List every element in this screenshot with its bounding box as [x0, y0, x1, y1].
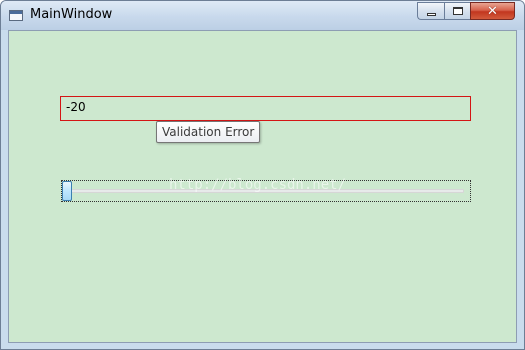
window-icon[interactable]: [9, 10, 23, 21]
close-button[interactable]: ✕: [470, 2, 515, 20]
window-content: -20 Validation Error http://blog.csdn.ne…: [8, 30, 517, 343]
value-textbox[interactable]: -20: [60, 96, 471, 121]
textbox-value: -20: [66, 100, 86, 114]
maximize-icon: [452, 7, 463, 15]
watermark: http://blog.csdn.net/: [169, 177, 347, 193]
minimize-icon: [426, 12, 436, 16]
slider-thumb[interactable]: [62, 181, 72, 201]
minimize-button[interactable]: [417, 2, 444, 20]
maximize-button[interactable]: [444, 2, 470, 20]
main-window: MainWindow ✕ -20 Validation Error http:/…: [0, 0, 525, 350]
validation-error-tooltip: Validation Error: [156, 121, 261, 143]
title-bar[interactable]: MainWindow ✕: [1, 1, 524, 30]
window-title: MainWindow: [30, 7, 113, 22]
close-icon: ✕: [487, 3, 498, 19]
